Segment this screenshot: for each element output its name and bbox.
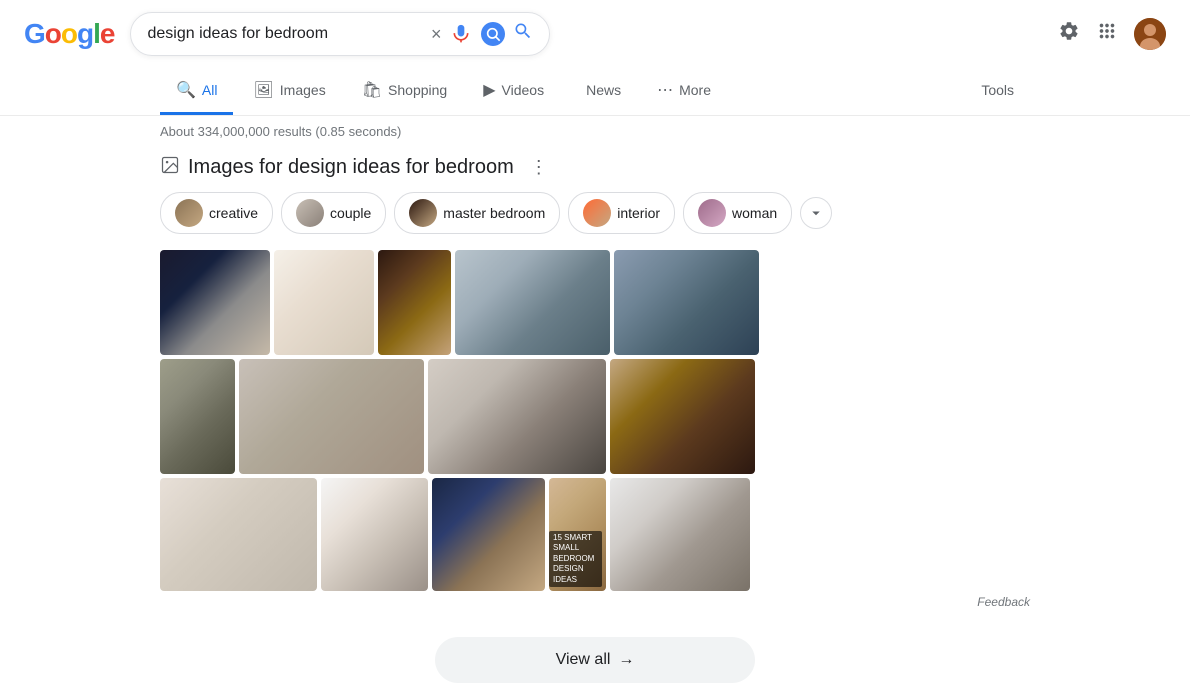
image-cell-4[interactable] <box>455 250 610 355</box>
chip-interior-thumb <box>583 199 611 227</box>
clear-icon[interactable]: × <box>431 24 442 45</box>
images-section: Images for design ideas for bedroom ⋮ cr… <box>0 147 1190 621</box>
tab-tools[interactable]: Tools <box>965 70 1030 113</box>
image-cell-7[interactable] <box>239 359 424 474</box>
nav-tabs: 🔍 All 🖼 Images 🛍 Shopping ▶ Videos News … <box>0 68 1190 116</box>
videos-icon: ▶ <box>483 80 495 100</box>
google-apps-icon[interactable] <box>1096 20 1118 48</box>
settings-icon[interactable] <box>1058 20 1080 48</box>
images-section-icon <box>160 155 180 180</box>
microphone-icon[interactable] <box>449 22 473 46</box>
chip-creative[interactable]: creative <box>160 192 273 234</box>
all-icon: 🔍 <box>176 80 196 100</box>
image-cell-13[interactable]: 15 SMART SMALLBEDROOM DESIGNIDEAS <box>549 478 606 591</box>
image-cell-5[interactable] <box>614 250 759 355</box>
image-cell-2[interactable] <box>274 250 374 355</box>
filter-chips: creative couple master bedroom interior … <box>160 192 1030 234</box>
search-box: design ideas for bedroom × <box>130 12 550 56</box>
tab-more[interactable]: ⋯ More <box>641 68 727 115</box>
images-more-options[interactable]: ⋮ <box>530 157 548 178</box>
images-header: Images for design ideas for bedroom ⋮ <box>160 155 1030 180</box>
chip-couple-thumb <box>296 199 324 227</box>
chip-creative-thumb <box>175 199 203 227</box>
images-icon: 🖼 <box>253 80 273 100</box>
search-input[interactable]: design ideas for bedroom <box>147 25 422 43</box>
google-logo[interactable]: Google <box>24 18 114 50</box>
chip-woman-thumb <box>698 199 726 227</box>
view-all-row: View all → <box>0 621 1190 699</box>
image-grid: 15 SMART SMALLBEDROOM DESIGNIDEAS <box>160 250 1030 591</box>
header: Google design ideas for bedroom × <box>0 0 1190 68</box>
image-cell-6[interactable] <box>160 359 235 474</box>
search-submit-icon[interactable] <box>513 21 533 47</box>
feedback-row: Feedback <box>160 591 1030 613</box>
search-icons <box>449 21 533 47</box>
image-row-2 <box>160 359 1030 474</box>
header-left: Google design ideas for bedroom × <box>24 12 550 56</box>
user-avatar[interactable] <box>1134 18 1166 50</box>
google-lens-icon[interactable] <box>481 22 505 46</box>
image-cell-11[interactable] <box>321 478 428 591</box>
image-row-3: 15 SMART SMALLBEDROOM DESIGNIDEAS <box>160 478 1030 591</box>
chip-master-bedroom[interactable]: master bedroom <box>394 192 560 234</box>
feedback-link[interactable]: Feedback <box>977 595 1030 609</box>
image-cell-1[interactable] <box>160 250 270 355</box>
image-cell-12[interactable] <box>432 478 545 591</box>
view-all-button[interactable]: View all → <box>435 637 755 683</box>
chip-woman[interactable]: woman <box>683 192 792 234</box>
image-cell-9[interactable] <box>610 359 755 474</box>
image-row-1 <box>160 250 1030 355</box>
shopping-icon: 🛍 <box>362 80 382 100</box>
chip-interior[interactable]: interior <box>568 192 675 234</box>
image-cell-3[interactable] <box>378 250 451 355</box>
tab-shopping[interactable]: 🛍 Shopping <box>346 68 463 115</box>
tab-news[interactable]: News <box>564 70 637 113</box>
more-icon: ⋯ <box>657 80 673 100</box>
chip-more-button[interactable] <box>800 197 832 229</box>
results-count: About 334,000,000 results (0.85 seconds) <box>0 116 1190 147</box>
image-cell-8[interactable] <box>428 359 606 474</box>
chip-couple[interactable]: couple <box>281 192 386 234</box>
tab-all[interactable]: 🔍 All <box>160 68 233 115</box>
chip-master-thumb <box>409 199 437 227</box>
image-cell-14[interactable] <box>610 478 750 591</box>
tab-videos[interactable]: ▶ Videos <box>467 68 560 115</box>
image-cell-10[interactable] <box>160 478 317 591</box>
images-section-title: Images for design ideas for bedroom <box>188 156 514 179</box>
header-right <box>1058 18 1166 50</box>
tab-images[interactable]: 🖼 Images <box>237 68 341 115</box>
